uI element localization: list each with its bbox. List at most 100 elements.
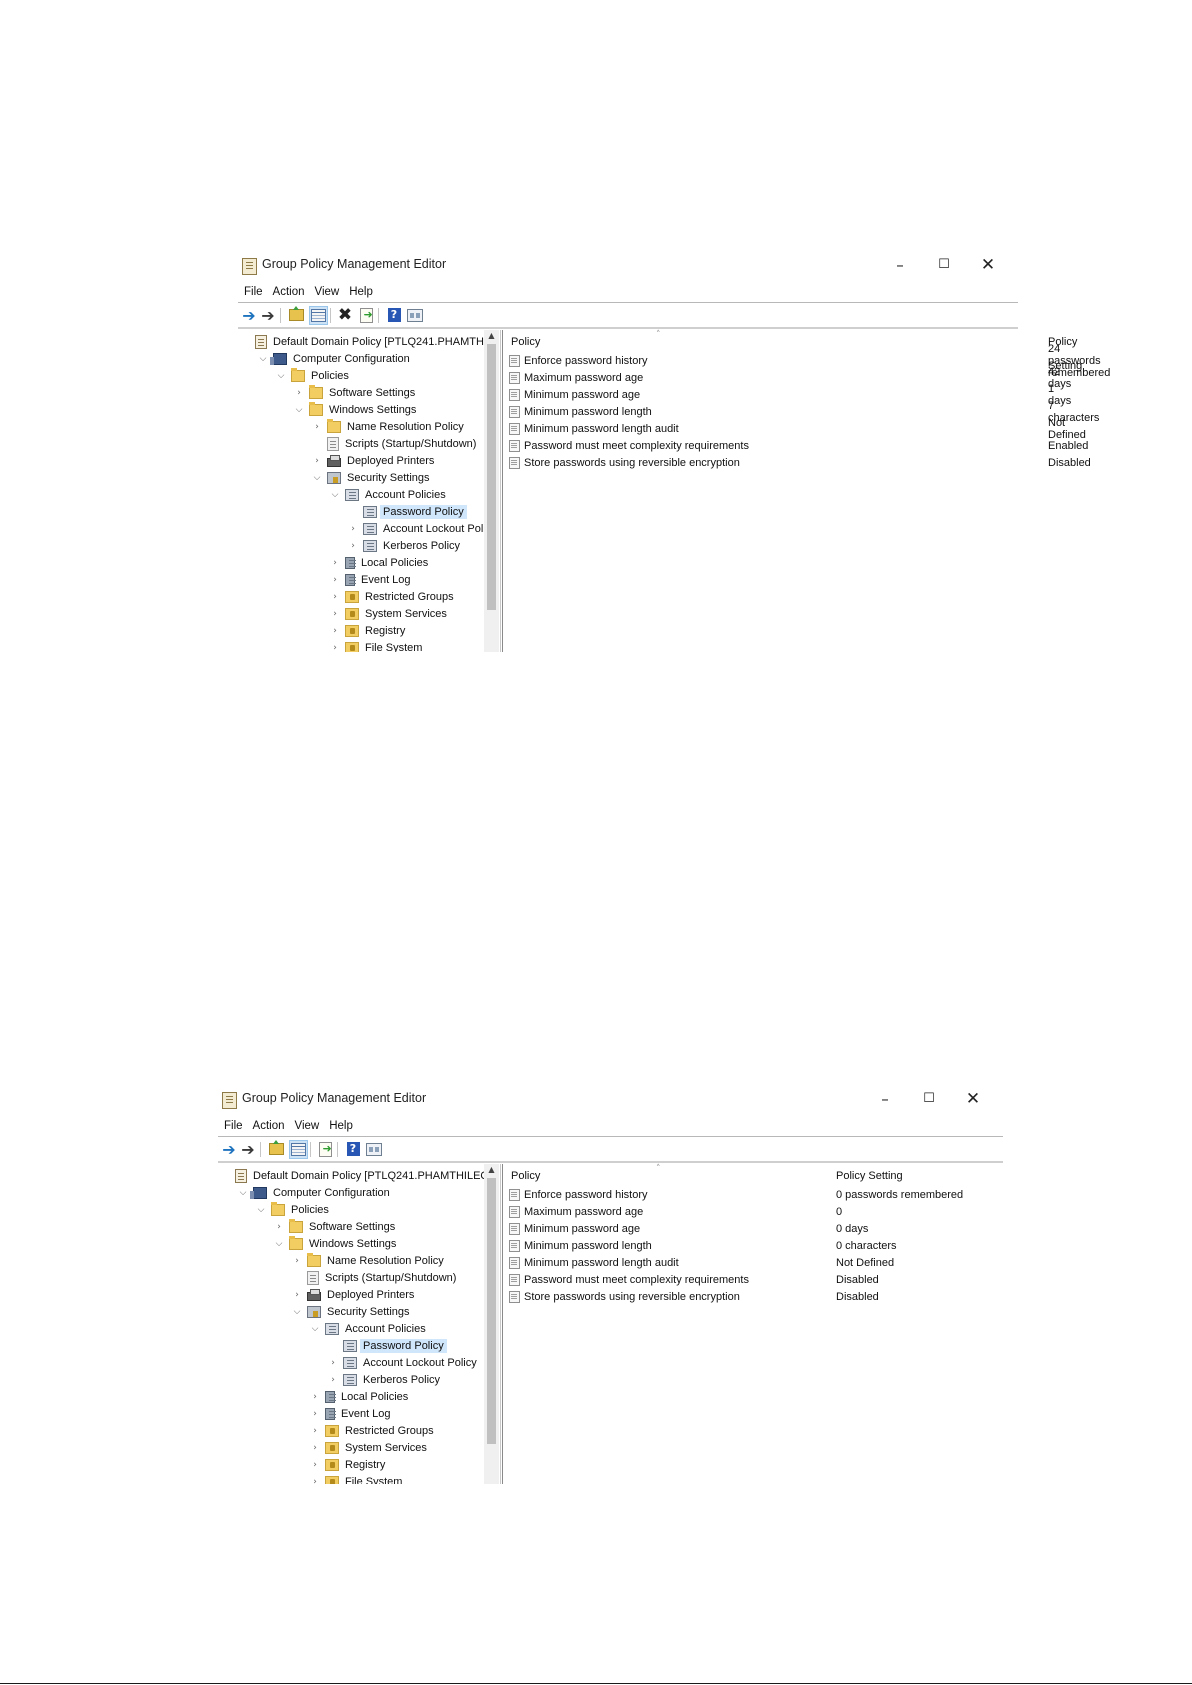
expand-chevron-icon[interactable]: ›	[330, 643, 340, 653]
expand-chevron-icon[interactable]: ›	[310, 1392, 320, 1402]
close-button[interactable]: ✕	[951, 1086, 995, 1112]
tree-node[interactable]: › Registry	[218, 1456, 484, 1473]
up-one-level-button[interactable]	[287, 306, 305, 324]
menu-view[interactable]: View	[310, 282, 345, 302]
maximize-button[interactable]: ☐	[907, 1086, 951, 1112]
policy-row[interactable]: Store passwords using reversible encrypt…	[504, 454, 1091, 471]
pane-splitter[interactable]	[500, 1164, 503, 1484]
policy-row[interactable]: Minimum password length audit Not Defined	[504, 417, 1086, 441]
tree-node[interactable]: › Registry	[238, 622, 484, 639]
tree-node[interactable]: › Kerberos Policy	[218, 1371, 484, 1388]
menu-help[interactable]: Help	[324, 1116, 358, 1136]
expand-chevron-icon[interactable]: ›	[330, 575, 340, 585]
menu-file[interactable]: File	[218, 1116, 248, 1136]
policy-row[interactable]: Minimum password length audit Not Defined	[504, 1254, 1003, 1271]
close-button[interactable]: ✕	[966, 252, 1010, 278]
expand-chevron-icon[interactable]: ›	[292, 1256, 302, 1266]
collapse-chevron-icon[interactable]: ⌵	[292, 1307, 302, 1317]
expand-chevron-icon[interactable]: ›	[328, 1375, 338, 1385]
help-button[interactable]: ?	[385, 306, 403, 324]
collapse-chevron-icon[interactable]: ⌵	[312, 473, 322, 483]
scroll-thumb[interactable]	[487, 1178, 496, 1444]
maximize-button[interactable]: ☐	[922, 252, 966, 278]
back-button[interactable]: ➔	[220, 1140, 238, 1159]
policy-row[interactable]: Password must meet complexity requiremen…	[504, 1271, 1003, 1288]
tree-scrollbar[interactable]: ▲	[484, 1164, 499, 1484]
tree-node[interactable]: › Deployed Printers	[218, 1286, 484, 1303]
policy-row[interactable]: Password must meet complexity requiremen…	[504, 437, 1088, 454]
tree-node[interactable]: › Name Resolution Policy	[218, 1252, 484, 1269]
tree-node[interactable]: › Event Log	[218, 1405, 484, 1422]
collapse-chevron-icon[interactable]: ⌵	[274, 1239, 284, 1249]
policy-row[interactable]: Enforce password history 24 passwords rem…	[504, 343, 1110, 379]
minimize-button[interactable]: –	[863, 1086, 907, 1112]
tree-node[interactable]: Default Domain Policy [PTLQ241.PHAMTHILE…	[218, 1167, 484, 1184]
pane-splitter[interactable]	[500, 330, 503, 652]
tree-node[interactable]: Password Policy	[218, 1337, 484, 1354]
expand-chevron-icon[interactable]: ›	[312, 456, 322, 466]
expand-chevron-icon[interactable]: ›	[348, 524, 358, 534]
expand-chevron-icon[interactable]: ›	[310, 1477, 320, 1485]
tree-node[interactable]: ⌵ Security Settings	[218, 1303, 484, 1320]
scroll-up-arrow-icon[interactable]: ▲	[484, 1165, 499, 1174]
tree-node[interactable]: › System Services	[218, 1439, 484, 1456]
expand-chevron-icon[interactable]: ›	[294, 388, 304, 398]
tree-node[interactable]: › Kerberos Policy	[238, 537, 484, 554]
expand-chevron-icon[interactable]: ›	[328, 1358, 338, 1368]
column-header-policy-setting[interactable]: Policy Setting	[836, 1164, 903, 1186]
expand-chevron-icon[interactable]: ›	[348, 541, 358, 551]
tree-node[interactable]: › System Services	[238, 605, 484, 622]
menu-action[interactable]: Action	[248, 1116, 290, 1136]
expand-chevron-icon[interactable]: ›	[312, 422, 322, 432]
policy-row[interactable]: Minimum password length 7 characters	[504, 400, 1099, 424]
policy-row[interactable]: Minimum password age 1 days	[504, 383, 1071, 407]
tree-node[interactable]: ⌵ Computer Configuration	[238, 350, 484, 367]
policy-row[interactable]: Maximum password age 42 days	[504, 366, 1071, 390]
delete-button[interactable]: ✖	[336, 305, 354, 325]
collapse-chevron-icon[interactable]: ⌵	[294, 405, 304, 415]
minimize-button[interactable]: –	[878, 252, 922, 278]
export-list-button[interactable]	[357, 306, 375, 324]
column-header-policy[interactable]: Policy	[511, 1164, 540, 1186]
forward-button[interactable]: ➔	[239, 1140, 257, 1159]
tree-node[interactable]: ⌵ Windows Settings	[218, 1235, 484, 1252]
expand-chevron-icon[interactable]: ›	[292, 1290, 302, 1300]
up-one-level-button[interactable]	[267, 1140, 285, 1158]
properties-button[interactable]	[365, 1140, 383, 1158]
tree-node[interactable]: Scripts (Startup/Shutdown)	[238, 435, 484, 452]
tree-node[interactable]: › Local Policies	[238, 554, 484, 571]
collapse-chevron-icon[interactable]: ⌵	[258, 354, 268, 364]
policy-row[interactable]: Store passwords using reversible encrypt…	[504, 1288, 1003, 1305]
policy-row[interactable]: Enforce password history 0 passwords reme…	[504, 1186, 1003, 1203]
tree-node[interactable]: ⌵ Policies	[238, 367, 484, 384]
forward-button[interactable]: ➔	[259, 306, 277, 325]
menu-file[interactable]: File	[238, 282, 268, 302]
tree-node[interactable]: Scripts (Startup/Shutdown)	[218, 1269, 484, 1286]
policy-row[interactable]: Minimum password length 0 characters	[504, 1237, 1003, 1254]
policy-row[interactable]: Maximum password age 0	[504, 1203, 1003, 1220]
menu-view[interactable]: View	[290, 1116, 325, 1136]
tree-node[interactable]: › File System	[218, 1473, 484, 1484]
tree-scrollbar[interactable]: ▲	[484, 330, 499, 652]
expand-chevron-icon[interactable]: ›	[310, 1426, 320, 1436]
tree-node[interactable]: Password Policy	[238, 503, 484, 520]
tree-node[interactable]: › File System	[238, 639, 484, 652]
tree-node[interactable]: ⌵ Account Policies	[218, 1320, 484, 1337]
show-hide-tree-button[interactable]	[309, 306, 328, 325]
policy-row[interactable]: Minimum password age 0 days	[504, 1220, 1003, 1237]
menu-help[interactable]: Help	[344, 282, 378, 302]
column-header-policy[interactable]: Policy	[511, 330, 540, 352]
tree-node[interactable]: › Local Policies	[218, 1388, 484, 1405]
expand-chevron-icon[interactable]: ›	[310, 1460, 320, 1470]
show-hide-tree-button[interactable]	[289, 1140, 308, 1159]
expand-chevron-icon[interactable]: ›	[330, 609, 340, 619]
tree-node[interactable]: › Name Resolution Policy	[238, 418, 484, 435]
tree-node[interactable]: ⌵ Policies	[218, 1201, 484, 1218]
tree-node[interactable]: › Restricted Groups	[218, 1422, 484, 1439]
title-bar[interactable]: Group Policy Management Editor – ☐ ✕	[238, 250, 1018, 282]
tree-node[interactable]: › Account Lockout Policy	[238, 520, 484, 537]
tree-node[interactable]: › Software Settings	[218, 1218, 484, 1235]
collapse-chevron-icon[interactable]: ⌵	[330, 490, 340, 500]
expand-chevron-icon[interactable]: ›	[330, 592, 340, 602]
collapse-chevron-icon[interactable]: ⌵	[310, 1324, 320, 1334]
